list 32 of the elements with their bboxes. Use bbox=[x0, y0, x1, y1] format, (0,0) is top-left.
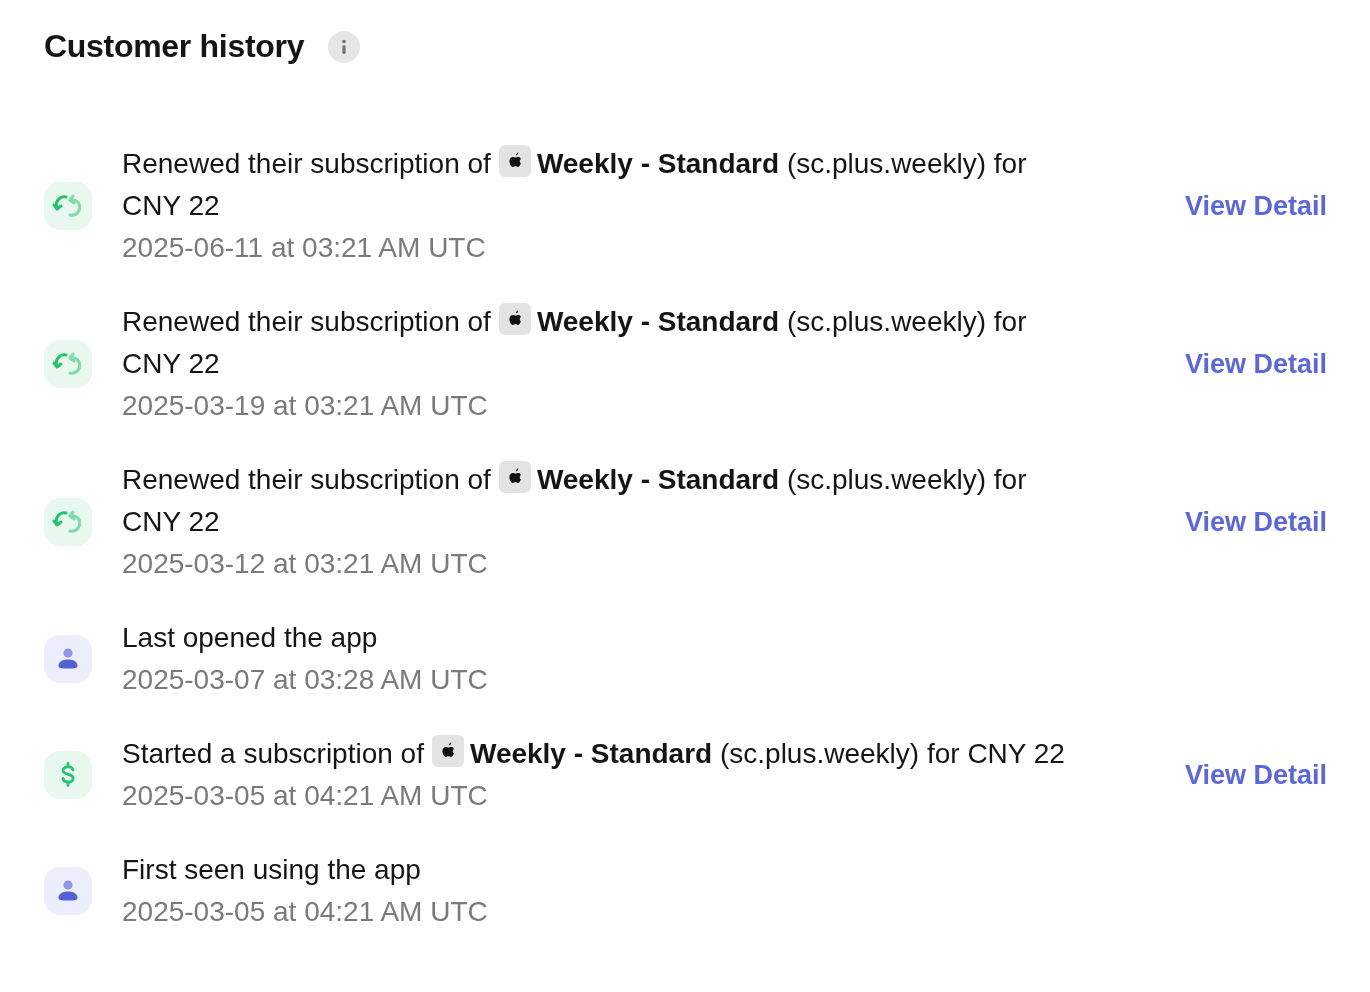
product-text: Weekly - Standard (sc.plus.weekly) for bbox=[536, 306, 1027, 337]
view-detail-link[interactable]: View Detail bbox=[1184, 348, 1327, 380]
event-text: Renewed their subscription of bbox=[122, 306, 491, 337]
event-text: Renewed their subscription of bbox=[122, 464, 491, 495]
user-icon bbox=[44, 867, 92, 915]
event-text: Last opened the app bbox=[122, 622, 378, 653]
price-text: CNY 22 bbox=[122, 506, 220, 537]
product-text: Weekly - Standard (sc.plus.weekly) for bbox=[536, 148, 1027, 179]
event-date: 2025-03-07 at 03:28 AM UTC bbox=[122, 663, 489, 697]
user-icon bbox=[44, 635, 92, 683]
price-text: CNY 22 bbox=[967, 738, 1065, 769]
dollar-icon bbox=[44, 751, 92, 799]
event-date: 2025-03-19 at 03:21 AM UTC bbox=[122, 389, 489, 423]
view-detail-link[interactable]: View Detail bbox=[1184, 506, 1327, 538]
renew-icon bbox=[44, 498, 92, 546]
product-text: Weekly - Standard (sc.plus.weekly) for bbox=[469, 738, 960, 769]
event-date: 2025-03-05 at 04:21 AM UTC bbox=[122, 779, 489, 813]
info-icon[interactable] bbox=[328, 30, 361, 63]
event-text: First seen using the app bbox=[122, 854, 421, 885]
event-date: 2025-06-11 at 03:21 AM UTC bbox=[122, 231, 487, 265]
product-text: Weekly - Standard (sc.plus.weekly) for bbox=[536, 464, 1027, 495]
renew-icon bbox=[44, 340, 92, 388]
price-text: CNY 22 bbox=[122, 348, 220, 379]
view-detail-link[interactable]: View Detail bbox=[1184, 190, 1327, 222]
view-detail-link[interactable]: View Detail bbox=[1184, 759, 1327, 791]
event-text: Renewed their subscription of bbox=[122, 148, 491, 179]
event-date: 2025-03-05 at 04:21 AM UTC bbox=[122, 895, 489, 929]
renew-icon bbox=[44, 182, 92, 230]
event-text: Started a subscription of bbox=[122, 738, 424, 769]
event-date: 2025-03-12 at 03:21 AM UTC bbox=[122, 547, 489, 581]
section-title: Customer history bbox=[44, 28, 305, 65]
price-text: CNY 22 bbox=[122, 190, 220, 221]
